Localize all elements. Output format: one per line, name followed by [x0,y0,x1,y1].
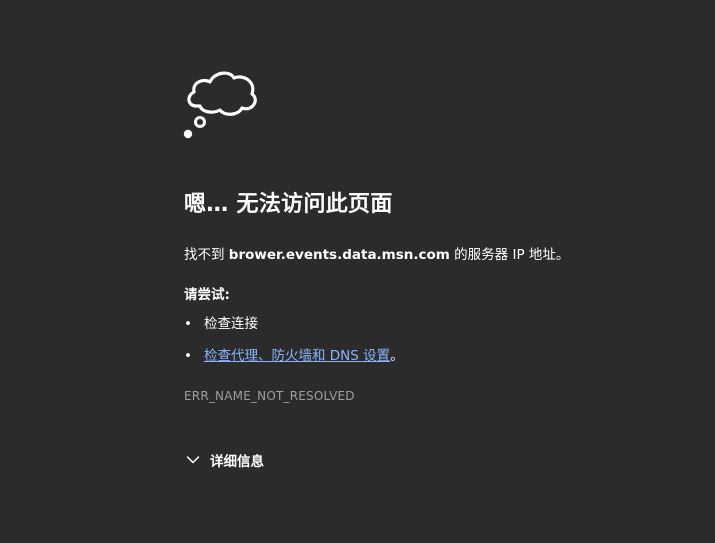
list-item: • 检查代理、防火墙和 DNS 设置。 [184,346,404,378]
thought-cloud-icon [183,71,257,139]
error-page: 嗯… 无法访问此页面 找不到 brower.events.data.msn.co… [0,0,715,543]
hostname: brower.events.data.msn.com [228,247,450,263]
error-message: 找不到 brower.events.data.msn.com 的服务器 IP 地… [184,243,569,263]
suggestions-list: • 检查连接 • 检查代理、防火墙和 DNS 设置。 [184,314,404,378]
error-code: ERR_NAME_NOT_RESOLVED [184,389,355,403]
message-suffix: 的服务器 IP 地址。 [449,247,570,263]
suggestion-check-connection: 检查连接 [204,316,258,332]
bullet: • [184,316,192,332]
check-proxy-firewall-dns-link[interactable]: 检查代理、防火墙和 DNS 设置 [204,348,390,364]
try-label: 请尝试: [184,287,230,303]
suggestion-suffix: 。 [390,348,404,364]
page-title: 嗯… 无法访问此页面 [184,192,393,217]
details-label: 详细信息 [210,454,264,470]
message-prefix: 找不到 [184,247,229,263]
list-item: • 检查连接 [184,314,404,346]
chevron-down-icon [186,456,200,464]
details-button[interactable]: 详细信息 [186,450,264,470]
bullet: • [184,348,192,364]
